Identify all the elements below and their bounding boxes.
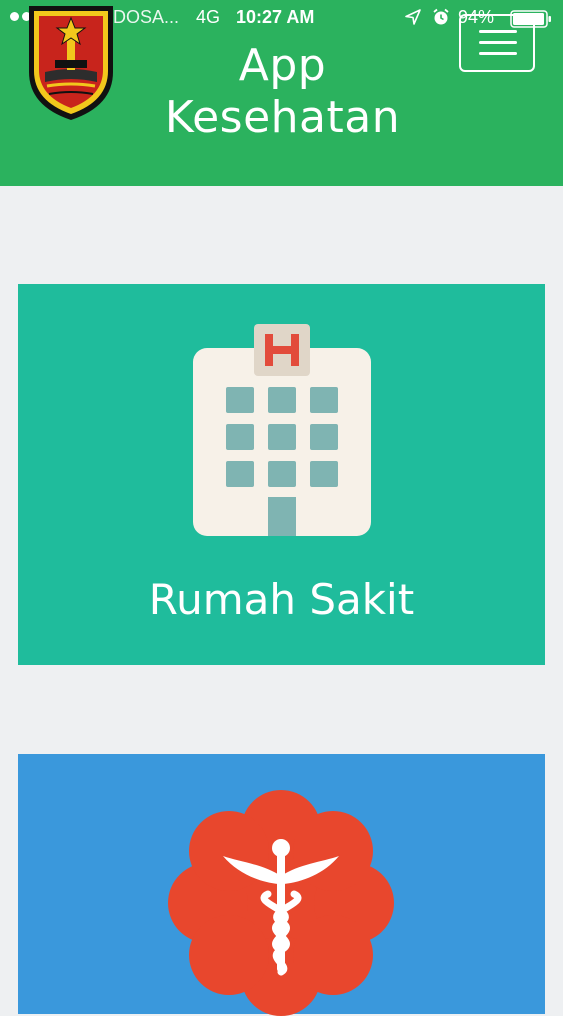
app-header: IM3 INDOSA... 4G 10:27 AM 94% App Keseha…	[0, 0, 563, 186]
hamburger-menu-icon-bar	[479, 52, 517, 55]
app-title: App Kesehatan	[140, 40, 425, 144]
location-arrow-icon	[405, 9, 421, 25]
medical-caduceus-icon	[168, 790, 394, 1016]
alarm-clock-icon	[433, 8, 449, 25]
app-title-line2: Kesehatan	[164, 92, 401, 143]
hospital-card-label: Rumah Sakit	[148, 575, 415, 624]
status-time: 10:27 AM	[236, 7, 315, 27]
city-crest-logo	[29, 6, 113, 120]
hospital-card[interactable]: Rumah Sakit	[18, 284, 545, 665]
app-title-line1: App	[238, 40, 327, 91]
network-type: 4G	[196, 7, 221, 27]
hospital-building-icon	[193, 324, 371, 536]
medical-card[interactable]	[18, 754, 545, 1016]
hamburger-menu-icon-bar	[479, 41, 517, 44]
hamburger-menu-button[interactable]	[459, 14, 535, 72]
hamburger-menu-icon	[479, 30, 517, 33]
